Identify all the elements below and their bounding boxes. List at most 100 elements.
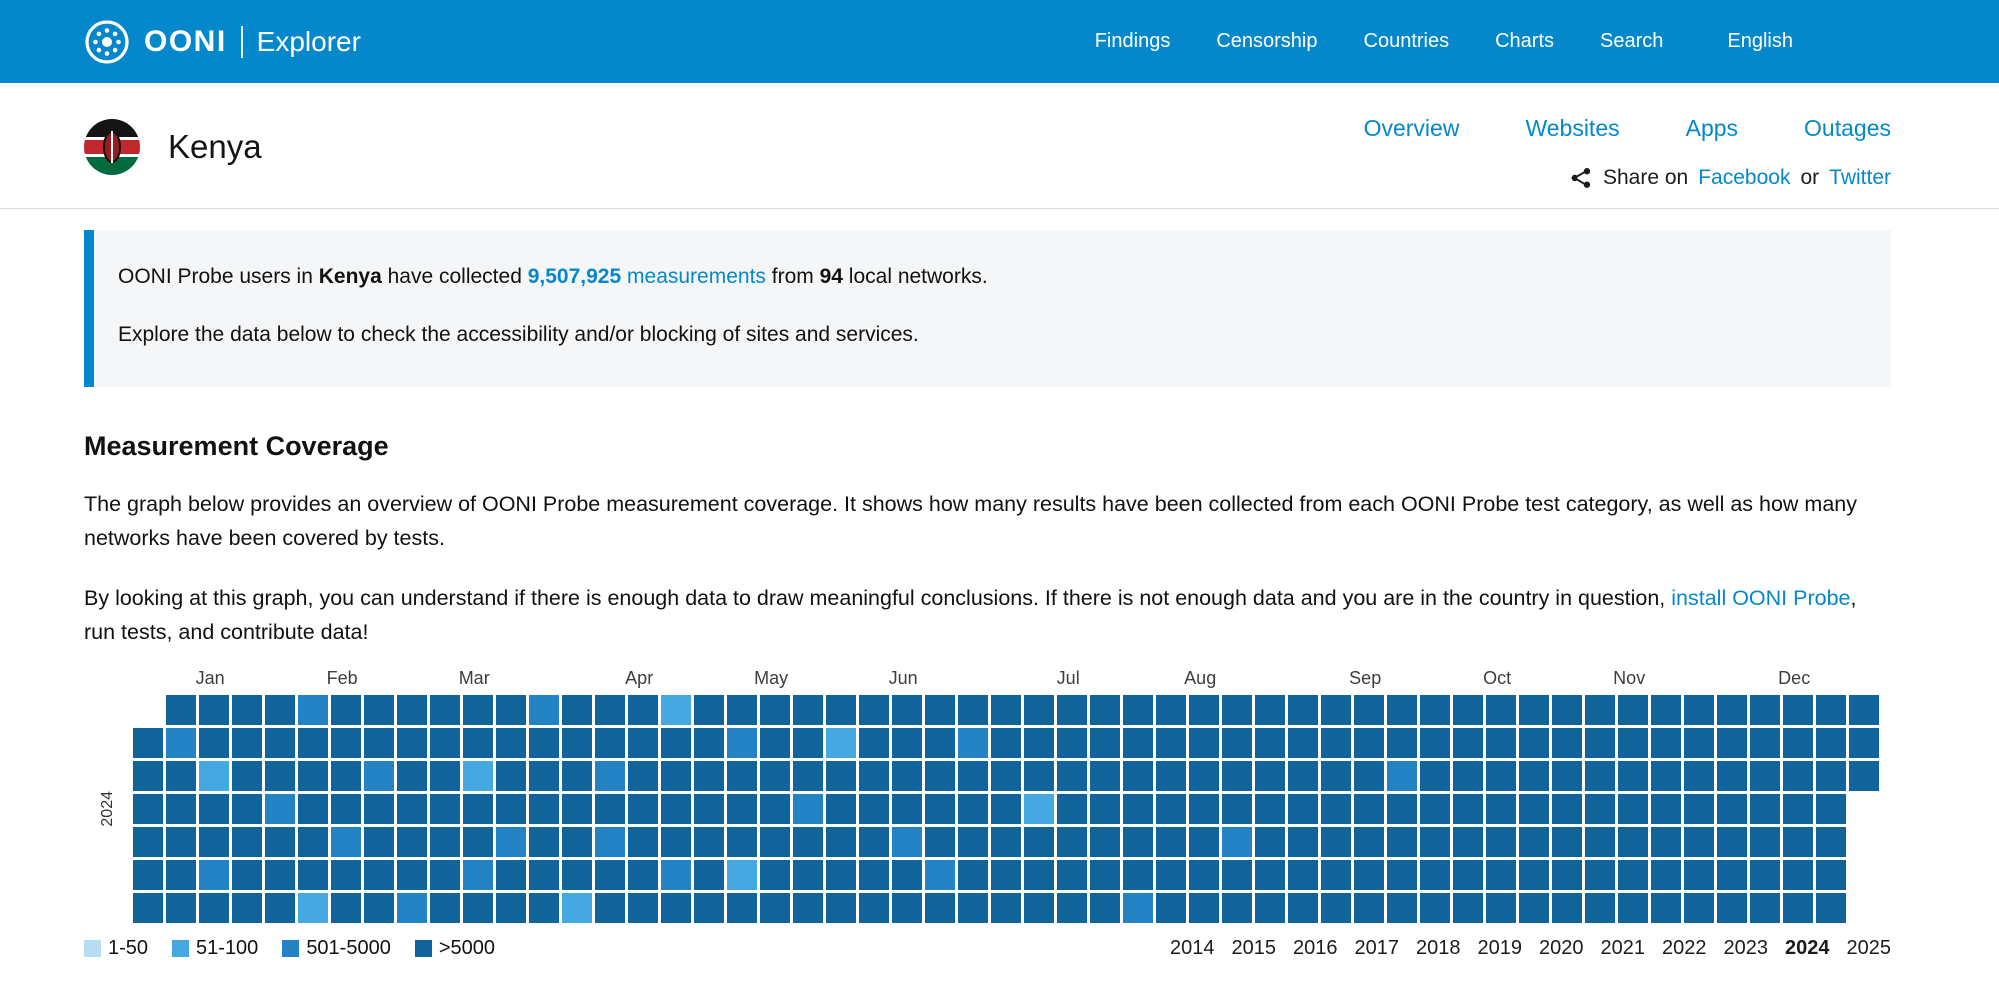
heatmap-day-cell[interactable]: [1585, 695, 1615, 725]
heatmap-day-cell[interactable]: [562, 695, 592, 725]
tab-outages[interactable]: Outages: [1804, 115, 1891, 142]
heatmap-day-cell[interactable]: [826, 728, 856, 758]
heatmap-day-cell[interactable]: [1123, 893, 1153, 923]
heatmap-day-cell[interactable]: [1156, 893, 1186, 923]
heatmap-day-cell[interactable]: [1288, 860, 1318, 890]
heatmap-day-cell[interactable]: [1057, 761, 1087, 791]
heatmap-day-cell[interactable]: [1684, 728, 1714, 758]
nav-item-findings[interactable]: Findings: [1095, 30, 1171, 53]
heatmap-day-cell[interactable]: [694, 794, 724, 824]
heatmap-day-cell[interactable]: [925, 728, 955, 758]
heatmap-day-cell[interactable]: [1684, 695, 1714, 725]
heatmap-day-cell[interactable]: [1387, 761, 1417, 791]
heatmap-day-cell[interactable]: [1453, 827, 1483, 857]
heatmap-day-cell[interactable]: [1618, 695, 1648, 725]
heatmap-day-cell[interactable]: [1255, 695, 1285, 725]
heatmap-day-cell[interactable]: [1783, 893, 1813, 923]
heatmap-day-cell[interactable]: [1585, 728, 1615, 758]
heatmap-day-cell[interactable]: [1024, 761, 1054, 791]
heatmap-day-cell[interactable]: [925, 893, 955, 923]
heatmap-day-cell[interactable]: [694, 728, 724, 758]
heatmap-day-cell[interactable]: [1024, 794, 1054, 824]
heatmap-day-cell[interactable]: [991, 761, 1021, 791]
heatmap-day-cell[interactable]: [1849, 761, 1879, 791]
heatmap-day-cell[interactable]: [562, 860, 592, 890]
heatmap-day-cell[interactable]: [1618, 827, 1648, 857]
heatmap-day-cell[interactable]: [1783, 728, 1813, 758]
heatmap-day-cell[interactable]: [1750, 728, 1780, 758]
heatmap-day-cell[interactable]: [1651, 761, 1681, 791]
heatmap-day-cell[interactable]: [364, 728, 394, 758]
heatmap-day-cell[interactable]: [1585, 860, 1615, 890]
heatmap-day-cell[interactable]: [661, 761, 691, 791]
heatmap-day-cell[interactable]: [1816, 728, 1846, 758]
heatmap-day-cell[interactable]: [1354, 893, 1384, 923]
heatmap-day-cell[interactable]: [793, 794, 823, 824]
heatmap-day-cell[interactable]: [562, 761, 592, 791]
heatmap-day-cell[interactable]: [265, 728, 295, 758]
heatmap-day-cell[interactable]: [859, 695, 889, 725]
heatmap-day-cell[interactable]: [628, 860, 658, 890]
heatmap-day-cell[interactable]: [1783, 827, 1813, 857]
heatmap-day-cell[interactable]: [1024, 860, 1054, 890]
heatmap-day-cell[interactable]: [958, 827, 988, 857]
heatmap-day-cell[interactable]: [595, 794, 625, 824]
heatmap-day-cell[interactable]: [1420, 728, 1450, 758]
heatmap-day-cell[interactable]: [1519, 794, 1549, 824]
heatmap-day-cell[interactable]: [1651, 794, 1681, 824]
heatmap-day-cell[interactable]: [1750, 860, 1780, 890]
heatmap-day-cell[interactable]: [595, 761, 625, 791]
heatmap-day-cell[interactable]: [958, 695, 988, 725]
heatmap-day-cell[interactable]: [793, 761, 823, 791]
heatmap-day-cell[interactable]: [793, 860, 823, 890]
heatmap-day-cell[interactable]: [1552, 761, 1582, 791]
heatmap-day-cell[interactable]: [1420, 860, 1450, 890]
heatmap-day-cell[interactable]: [529, 827, 559, 857]
heatmap-day-cell[interactable]: [1255, 860, 1285, 890]
heatmap-day-cell[interactable]: [1090, 893, 1120, 923]
heatmap-day-cell[interactable]: [760, 893, 790, 923]
year-option-2019[interactable]: 2019: [1478, 937, 1523, 960]
heatmap-day-cell[interactable]: [199, 893, 229, 923]
heatmap-day-cell[interactable]: [727, 695, 757, 725]
heatmap-day-cell[interactable]: [199, 695, 229, 725]
heatmap-day-cell[interactable]: [1057, 728, 1087, 758]
heatmap-day-cell[interactable]: [265, 860, 295, 890]
heatmap-day-cell[interactable]: [958, 893, 988, 923]
heatmap-day-cell[interactable]: [1189, 695, 1219, 725]
heatmap-day-cell[interactable]: [793, 728, 823, 758]
heatmap-day-cell[interactable]: [1453, 860, 1483, 890]
heatmap-day-cell[interactable]: [1651, 695, 1681, 725]
nav-item-charts[interactable]: Charts: [1495, 30, 1554, 53]
heatmap-day-cell[interactable]: [397, 728, 427, 758]
heatmap-day-cell[interactable]: [199, 794, 229, 824]
heatmap-day-cell[interactable]: [133, 728, 163, 758]
heatmap-day-cell[interactable]: [1090, 761, 1120, 791]
heatmap-day-cell[interactable]: [1024, 827, 1054, 857]
heatmap-day-cell[interactable]: [925, 860, 955, 890]
heatmap-day-cell[interactable]: [397, 893, 427, 923]
heatmap-day-cell[interactable]: [265, 761, 295, 791]
heatmap-day-cell[interactable]: [331, 695, 361, 725]
heatmap-day-cell[interactable]: [331, 728, 361, 758]
heatmap-day-cell[interactable]: [1816, 860, 1846, 890]
heatmap-day-cell[interactable]: [1750, 761, 1780, 791]
heatmap-day-cell[interactable]: [1156, 827, 1186, 857]
heatmap-day-cell[interactable]: [661, 794, 691, 824]
year-option-2020[interactable]: 2020: [1539, 937, 1584, 960]
heatmap-day-cell[interactable]: [1585, 893, 1615, 923]
heatmap-day-cell[interactable]: [430, 860, 460, 890]
heatmap-day-cell[interactable]: [265, 695, 295, 725]
heatmap-day-cell[interactable]: [529, 761, 559, 791]
heatmap-day-cell[interactable]: [1750, 794, 1780, 824]
heatmap-day-cell[interactable]: [364, 860, 394, 890]
heatmap-day-cell[interactable]: [1486, 794, 1516, 824]
heatmap-day-cell[interactable]: [364, 827, 394, 857]
heatmap-day-cell[interactable]: [529, 794, 559, 824]
heatmap-day-cell[interactable]: [1387, 860, 1417, 890]
heatmap-day-cell[interactable]: [1288, 761, 1318, 791]
heatmap-day-cell[interactable]: [1255, 794, 1285, 824]
heatmap-day-cell[interactable]: [1189, 761, 1219, 791]
heatmap-day-cell[interactable]: [1156, 695, 1186, 725]
heatmap-day-cell[interactable]: [1024, 728, 1054, 758]
